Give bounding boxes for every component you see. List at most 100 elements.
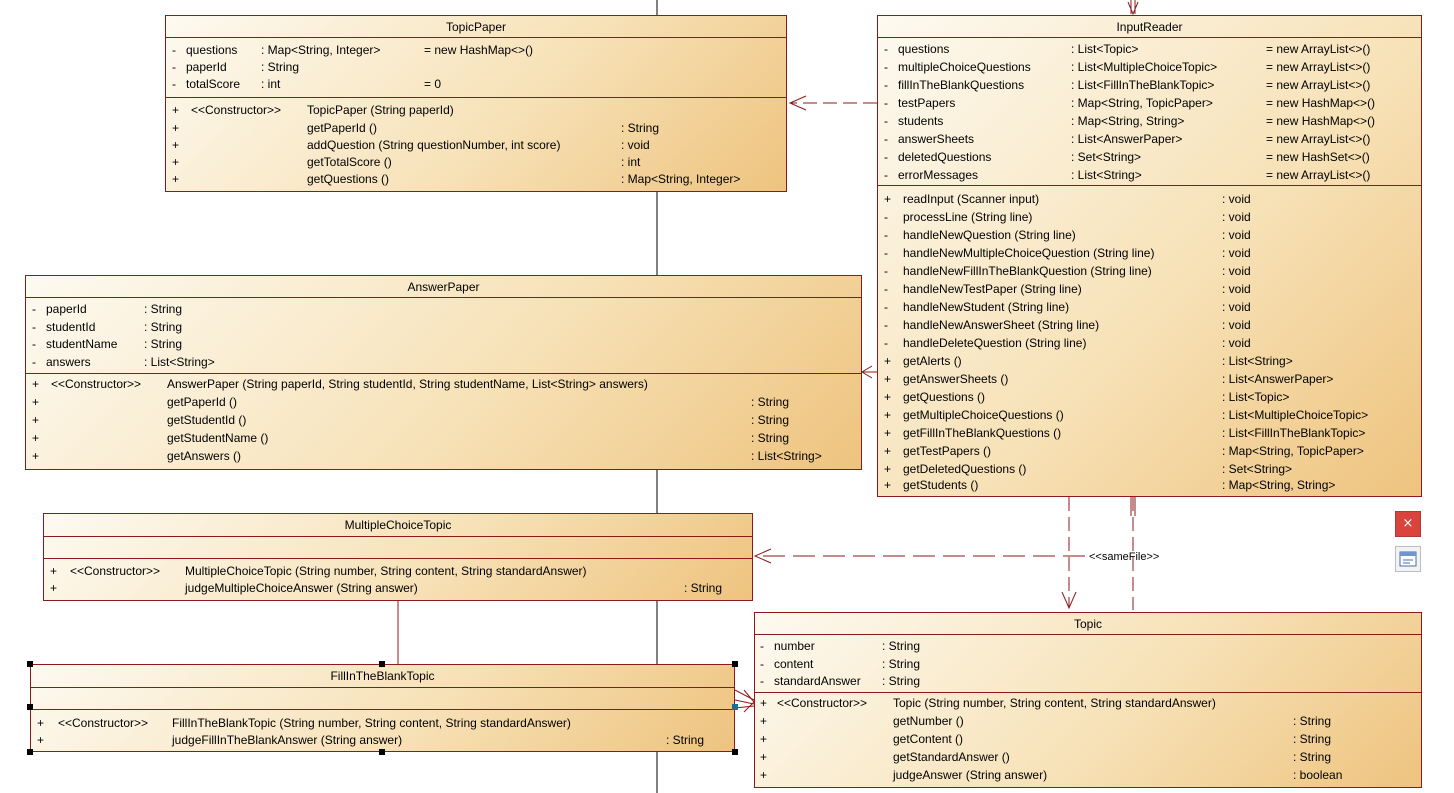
member-text: + xyxy=(50,581,58,595)
attribute-row[interactable]: - questions: List<Topic> = new ArrayList<>… xyxy=(878,40,1421,58)
operation-row[interactable]: + getStandardAnswer (): String xyxy=(755,748,1421,766)
operation-row[interactable]: + getAnswerSheets (): List<AnswerPaper> xyxy=(878,370,1421,388)
attribute-row[interactable]: - deletedQuestions: Set<String> = new Hash… xyxy=(878,148,1421,166)
member-text: : boolean xyxy=(1293,768,1343,782)
member-text: : Set<String> xyxy=(1071,150,1142,164)
attribute-row[interactable]: - questions : Map<String, Integer> = new… xyxy=(166,41,786,59)
selection-handle[interactable] xyxy=(27,749,33,755)
association-inputreader-answerpaper xyxy=(861,365,877,379)
class-inputreader[interactable]: InputReader - questions: List<Topic> = new… xyxy=(877,15,1422,497)
operation-row[interactable]: - handleDeleteQuestion (String line): voi… xyxy=(878,334,1421,352)
operation-row[interactable]: + judgeMultipleChoiceAnswer (String answe… xyxy=(44,579,752,597)
attribute-row[interactable]: - fillInTheBlankQuestions: List<FillInThe… xyxy=(878,76,1421,94)
attribute-row[interactable]: - answerSheets: List<AnswerPaper> = new Ar… xyxy=(878,130,1421,148)
selection-handle[interactable] xyxy=(732,749,738,755)
member-text: getStudentId () xyxy=(167,413,247,427)
panel-icon xyxy=(1399,551,1417,567)
operation-row[interactable]: + getAlerts (): List<String> xyxy=(878,352,1421,370)
operation-row[interactable]: + getQuestions (): List<Topic> xyxy=(878,388,1421,406)
operation-row[interactable]: + judgeFillInTheBlankAnswer (String answe… xyxy=(31,731,734,749)
operation-row[interactable]: - handleNewFillInTheBlankQuestion (String… xyxy=(878,262,1421,280)
member-text: totalScore xyxy=(186,77,241,91)
class-answerpaper[interactable]: AnswerPaper - paperId: String - studentId:… xyxy=(25,275,862,470)
selection-handle[interactable] xyxy=(27,661,33,667)
selection-handle[interactable] xyxy=(732,661,738,667)
operation-row[interactable]: - handleNewTestPaper (String line): void xyxy=(878,280,1421,298)
attributes-section xyxy=(44,537,752,559)
attribute-row[interactable]: - paperId : String xyxy=(166,58,786,76)
operation-row[interactable]: + getPaperId () : String xyxy=(166,119,786,137)
member-text: - xyxy=(884,318,888,332)
selection-handle[interactable] xyxy=(379,661,385,667)
member-text: - xyxy=(884,336,888,350)
operation-row[interactable]: + readInput (Scanner input): void xyxy=(878,190,1421,208)
member-text: getTestPapers () xyxy=(903,444,992,458)
selection-handle[interactable] xyxy=(732,704,738,710)
member-text: : void xyxy=(1222,300,1251,314)
attribute-row[interactable]: - standardAnswer: String xyxy=(755,672,1421,690)
operation-row[interactable]: + getFillInTheBlankQuestions (): List<Fil… xyxy=(878,424,1421,442)
operation-row[interactable]: + getMultipleChoiceQuestions (): List<Mul… xyxy=(878,406,1421,424)
member-text: : void xyxy=(1222,246,1251,260)
attribute-row[interactable]: - paperId: String xyxy=(26,300,861,318)
panel-button[interactable] xyxy=(1395,546,1421,572)
member-text: - xyxy=(760,674,764,688)
operation-row[interactable]: + getStudentName (): String xyxy=(26,429,861,447)
class-name: Topic xyxy=(755,613,1421,635)
operation-row[interactable]: + getStudents (): Map<String, String> xyxy=(878,476,1421,494)
attribute-row[interactable]: - number: String xyxy=(755,637,1421,655)
member-text: : List<String> xyxy=(1071,168,1142,182)
operation-row[interactable]: + <<Constructor>> FillInTheBlankTopic (Str… xyxy=(31,714,734,732)
attribute-row[interactable]: - testPapers: Map<String, TopicPaper> = ne… xyxy=(878,94,1421,112)
member-text: + xyxy=(884,390,892,404)
class-topic[interactable]: Topic - number: String - content: String -… xyxy=(754,612,1422,788)
attribute-row[interactable]: - answers: List<String> xyxy=(26,353,861,371)
operation-row[interactable]: + <<Constructor>> MultipleChoiceTopic (Str… xyxy=(44,562,752,580)
attribute-row[interactable]: - students: Map<String, String> = new Hash… xyxy=(878,112,1421,130)
member-text: : void xyxy=(1222,192,1251,206)
operation-row[interactable]: - processLine (String line): void xyxy=(878,208,1421,226)
attribute-row[interactable]: - studentName: String xyxy=(26,335,861,353)
member-text: : List<MultipleChoiceTopic> xyxy=(1071,60,1218,74)
class-fillintheblanktopic[interactable]: FillInTheBlankTopic + <<Constructor>> Fill… xyxy=(30,664,735,752)
attribute-row[interactable]: - content: String xyxy=(755,655,1421,673)
operation-row[interactable]: + getContent (): String xyxy=(755,730,1421,748)
class-multiplechoicetopic[interactable]: MultipleChoiceTopic + <<Constructor>> Mult… xyxy=(43,513,753,601)
operation-row[interactable]: + getAnswers (): List<String> xyxy=(26,447,861,465)
attribute-row[interactable]: - studentId: String xyxy=(26,318,861,336)
operation-row[interactable]: - handleNewQuestion (String line): void xyxy=(878,226,1421,244)
attribute-row[interactable]: - errorMessages: List<String> = new ArrayL… xyxy=(878,166,1421,184)
operation-row[interactable]: - handleNewMultipleChoiceQuestion (String… xyxy=(878,244,1421,262)
operation-row[interactable]: + addQuestion (String questionNumber, in… xyxy=(166,136,786,154)
member-text: getQuestions () xyxy=(307,172,390,186)
operation-row[interactable]: + judgeAnswer (String answer): boolean xyxy=(755,766,1421,784)
member-text: multipleChoiceQuestions xyxy=(898,60,1031,74)
member-text: : List<String> xyxy=(751,449,822,463)
operation-row[interactable]: + getPaperId (): String xyxy=(26,393,861,411)
member-text: - xyxy=(884,282,888,296)
member-text: - xyxy=(32,337,36,351)
selection-handle[interactable] xyxy=(379,749,385,755)
member-text: handleNewAnswerSheet (String line) xyxy=(903,318,1100,332)
operation-row[interactable]: + getQuestions () : Map<String, Integer> xyxy=(166,170,786,188)
operation-row[interactable]: - handleNewAnswerSheet (String line): voi… xyxy=(878,316,1421,334)
operation-row[interactable]: + <<Constructor>> Topic (String number, St… xyxy=(755,694,1421,712)
member-text: : Map<String, TopicPaper> xyxy=(1071,96,1213,110)
selection-handle[interactable] xyxy=(27,704,33,710)
operation-row[interactable]: + <<Constructor>> TopicPaper (String pap… xyxy=(166,101,786,119)
operation-row[interactable]: + getNumber (): String xyxy=(755,712,1421,730)
member-text: = new HashMap<>() xyxy=(424,43,534,57)
operation-row[interactable]: + <<Constructor>> AnswerPaper (String pape… xyxy=(26,375,861,393)
operation-row[interactable]: + getTotalScore () : int xyxy=(166,153,786,171)
operation-row[interactable]: + getStudentId (): String xyxy=(26,411,861,429)
member-text: standardAnswer xyxy=(774,674,861,688)
operation-row[interactable]: - handleNewStudent (String line): void xyxy=(878,298,1421,316)
attributes-section: - questions: List<Topic> = new ArrayList<>… xyxy=(878,38,1421,186)
close-button[interactable]: × xyxy=(1395,511,1421,537)
attributes-section: - number: String - content: String - standa… xyxy=(755,635,1421,693)
member-text: = new ArrayList<>() xyxy=(1266,60,1371,74)
class-topicpaper[interactable]: TopicPaper - questions : Map<String, Int… xyxy=(165,15,787,192)
attribute-row[interactable]: - multipleChoiceQuestions: List<MultipleC… xyxy=(878,58,1421,76)
attribute-row[interactable]: - totalScore : int = 0 xyxy=(166,75,786,93)
operation-row[interactable]: + getTestPapers (): Map<String, TopicPape… xyxy=(878,442,1421,460)
